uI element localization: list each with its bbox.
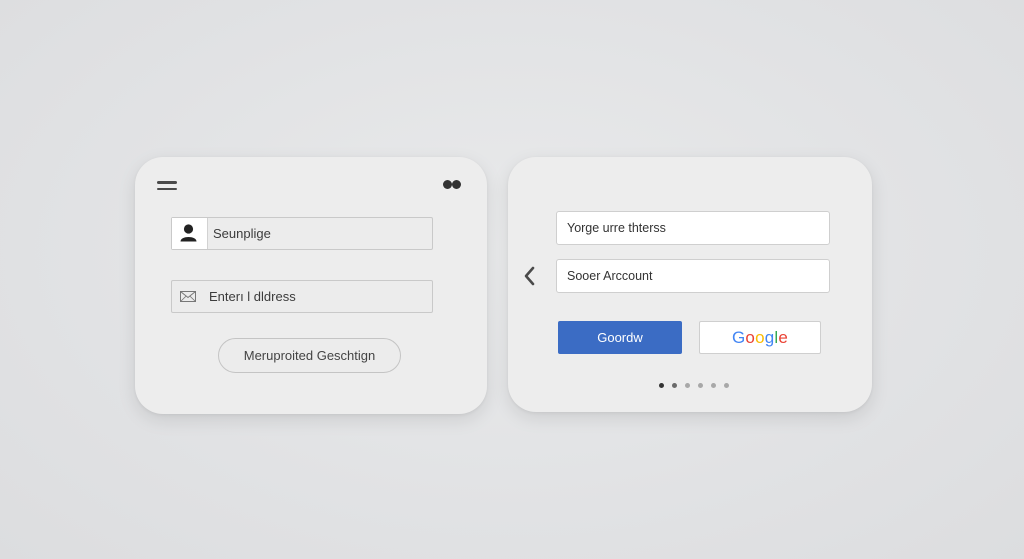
google-letter: o [745,328,756,347]
address-input[interactable]: Yorge urre thterss [556,211,830,245]
username-label: Seunplige [213,226,271,241]
google-letter: e [778,328,789,347]
email-field[interactable]: Enterı l dldress [171,280,433,313]
pager-dot[interactable] [724,383,729,388]
google-letter: G [731,328,746,347]
google-letter: g [764,328,775,347]
google-letter: o [755,328,765,347]
login-card-right: Yorge urre thterss Sooer Arccount Goordw… [508,157,872,412]
mail-icon [180,291,196,302]
account-input[interactable]: Sooer Arccount [556,259,830,293]
pager-dot[interactable] [698,383,703,388]
menu-icon[interactable] [157,181,177,191]
primary-button[interactable]: Goordw [558,321,682,354]
email-label: Enterı l dldress [209,289,296,304]
username-field[interactable]: Seunplige [171,217,433,250]
pager-dot[interactable] [659,383,664,388]
submit-pill-button[interactable]: Meruproited Geschtign [218,338,401,373]
chevron-left-icon[interactable] [522,265,536,287]
login-card-left: Seunplige Enterı l dldress Meruproited G… [135,157,487,414]
pager-dot[interactable] [685,383,690,388]
user-icon [172,218,208,249]
pager-dot[interactable] [672,383,677,388]
pager-dot[interactable] [711,383,716,388]
more-dots-icon[interactable] [443,180,463,191]
google-signin-button[interactable]: Google [699,321,821,354]
